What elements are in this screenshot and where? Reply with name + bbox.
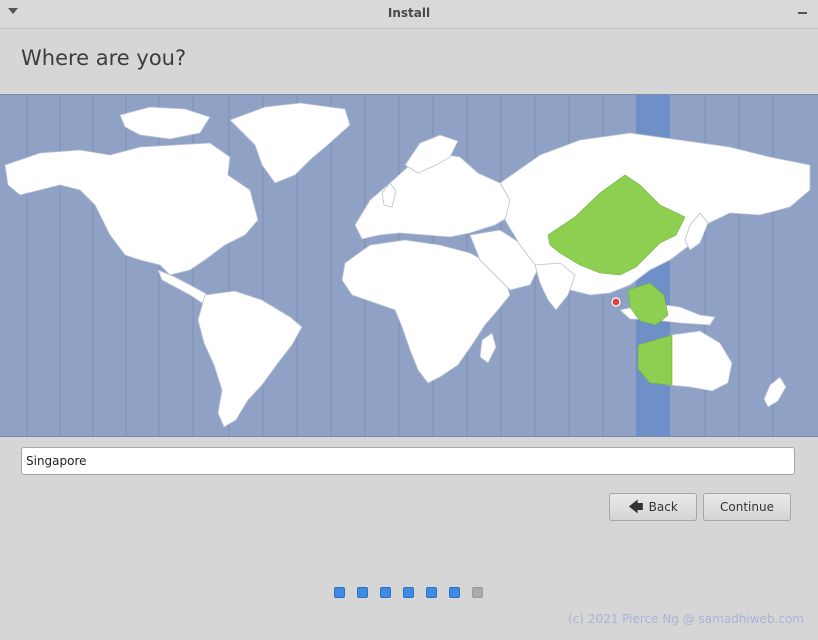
- step-dot: [357, 587, 368, 598]
- back-arrow-icon: 🡄: [628, 497, 644, 516]
- page-title: Where are you?: [21, 46, 187, 70]
- location-pin-icon: [611, 297, 621, 307]
- step-dot: [334, 587, 345, 598]
- minimize-icon[interactable]: [798, 12, 807, 14]
- back-label: Back: [648, 500, 678, 514]
- step-dot: [380, 587, 391, 598]
- back-button[interactable]: 🡄 Back: [609, 493, 697, 521]
- watermark: (c) 2021 Pierce Ng @ samadhiweb.com: [568, 612, 804, 626]
- continue-label: Continue: [720, 500, 774, 514]
- step-dot: [403, 587, 414, 598]
- timezone-map[interactable]: [0, 94, 818, 437]
- window-title: Install: [387, 6, 431, 20]
- step-dot: [449, 587, 460, 598]
- step-indicator: [334, 587, 495, 598]
- location-input[interactable]: [21, 447, 795, 475]
- step-dot: [426, 587, 437, 598]
- step-dot: [472, 587, 483, 598]
- continue-button[interactable]: Continue: [703, 493, 791, 521]
- title-bar: Install: [0, 0, 818, 29]
